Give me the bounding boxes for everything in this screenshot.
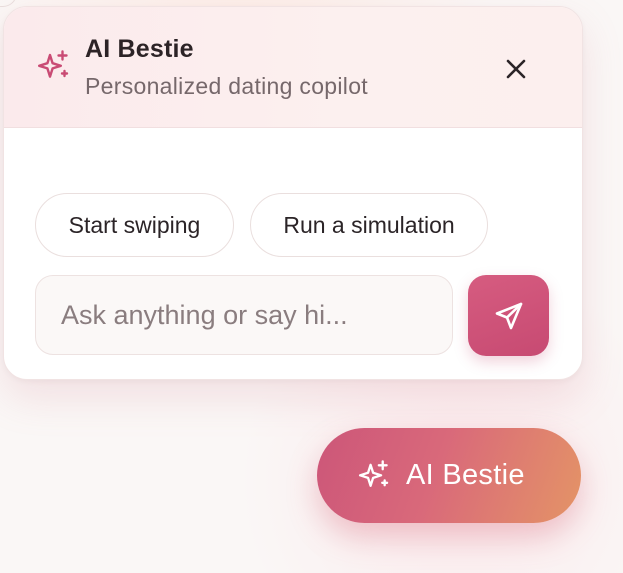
close-button[interactable] (498, 51, 534, 87)
ai-bestie-launcher-button[interactable]: AI Bestie (317, 428, 581, 523)
suggestion-start-swiping[interactable]: Start swiping (35, 193, 234, 257)
chat-panel: AI Bestie Personalized dating copilot St… (3, 6, 583, 380)
suggestion-run-simulation[interactable]: Run a simulation (250, 193, 488, 257)
launcher-label: AI Bestie (406, 459, 525, 491)
send-icon (495, 302, 522, 329)
send-button[interactable] (468, 275, 549, 356)
panel-subtitle: Personalized dating copilot (85, 73, 368, 99)
chat-panel-header: AI Bestie Personalized dating copilot (4, 7, 582, 128)
message-input-container (35, 275, 453, 355)
sparkle-icon (38, 50, 69, 78)
message-input[interactable] (36, 276, 452, 354)
suggestion-label: Run a simulation (283, 211, 455, 238)
panel-title: AI Bestie (85, 35, 194, 63)
suggestion-label: Start swiping (68, 211, 201, 238)
sparkle-icon (358, 460, 389, 487)
close-icon (506, 59, 526, 79)
